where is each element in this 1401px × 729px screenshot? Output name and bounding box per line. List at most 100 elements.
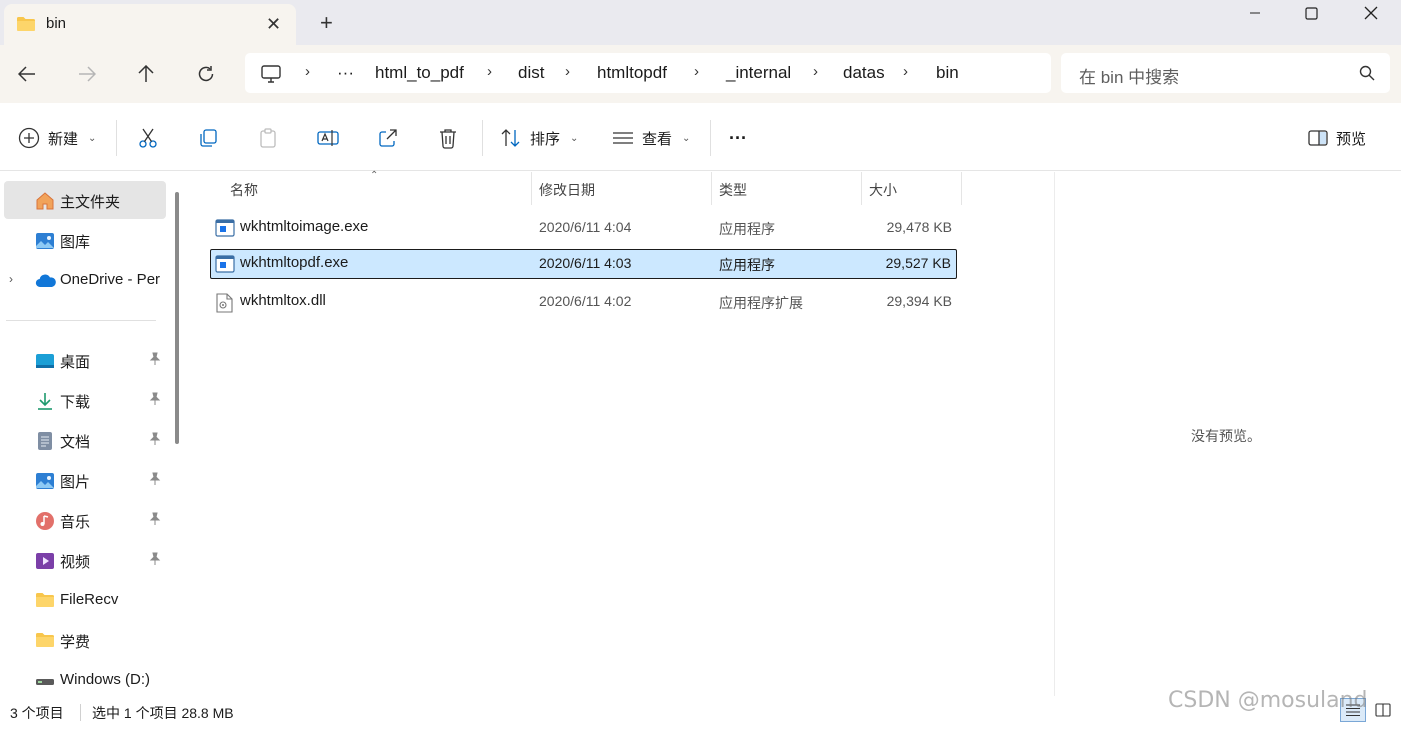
file-row[interactable]: wkhtmltox.dll 2020/6/11 4:02 应用程序扩展 29,3…: [210, 287, 957, 317]
breadcrumb-html-to-pdf[interactable]: html_to_pdf: [375, 63, 464, 83]
onedrive-icon: [35, 271, 56, 291]
sidebar-item-music[interactable]: 音乐: [0, 501, 166, 539]
breadcrumb-separator[interactable]: ›: [487, 63, 492, 80]
arrow-up-icon: [138, 65, 154, 82]
file-row[interactable]: wkhtmltoimage.exe 2020/6/11 4:04 应用程序 29…: [210, 213, 957, 243]
sidebar-item-gallery[interactable]: 图库: [0, 221, 166, 259]
title-bar: bin ✕ +: [0, 0, 1401, 45]
column-divider[interactable]: [531, 172, 532, 205]
column-divider[interactable]: [711, 172, 712, 205]
watermark: CSDN @mosuland: [1168, 688, 1368, 713]
divider: [710, 120, 711, 156]
file-size: 29,527 KB: [885, 255, 951, 271]
search-box[interactable]: 在 bin 中搜索: [1061, 53, 1390, 93]
column-header-size[interactable]: 大小: [869, 180, 897, 200]
breadcrumb-separator[interactable]: ›: [813, 63, 818, 80]
column-divider[interactable]: [961, 172, 962, 205]
search-icon[interactable]: [1359, 65, 1375, 85]
breadcrumb-overflow[interactable]: ···: [337, 63, 354, 83]
pin-icon[interactable]: [149, 392, 161, 410]
folder-icon: [16, 16, 36, 36]
sidebar-item-videos[interactable]: 视频: [0, 541, 166, 579]
sidebar-item-label: 主文件夹: [60, 194, 121, 211]
column-divider[interactable]: [861, 172, 862, 205]
more-options-button[interactable]: ···: [729, 125, 747, 151]
sidebar-item-label: 图片: [60, 474, 91, 491]
delete-icon[interactable]: [436, 126, 460, 150]
breadcrumb-dist[interactable]: dist: [518, 63, 544, 83]
sort-ascending-icon: ⌃: [370, 170, 379, 181]
back-button[interactable]: [13, 60, 41, 88]
sidebar-item-home[interactable]: 主文件夹: [4, 181, 166, 219]
copy-icon[interactable]: [196, 126, 220, 150]
pin-icon[interactable]: [149, 352, 161, 370]
file-size: 29,478 KB: [886, 219, 952, 235]
sidebar-item-drive-d[interactable]: Windows (D:): [0, 661, 166, 699]
sort-label: 排序: [530, 130, 561, 148]
view-icon: [613, 132, 633, 144]
forward-button[interactable]: [73, 60, 101, 88]
address-bar[interactable]: › ··· html_to_pdf › dist › htmltopdf › _…: [245, 53, 1051, 93]
divider: [116, 120, 117, 156]
pin-icon[interactable]: [149, 552, 161, 570]
tiles-view-button[interactable]: [1370, 698, 1396, 722]
breadcrumb-separator[interactable]: ›: [694, 63, 699, 80]
file-row-selected[interactable]: wkhtmltopdf.exe 2020/6/11 4:03 应用程序 29,5…: [210, 249, 957, 279]
sidebar-item-documents[interactable]: 文档: [0, 421, 166, 459]
preview-pane-button[interactable]: 预览: [1308, 125, 1366, 151]
sidebar-item-tuition[interactable]: 学费: [0, 621, 166, 659]
new-tab-button[interactable]: +: [320, 12, 333, 34]
music-icon: [35, 511, 55, 531]
paste-icon[interactable]: [256, 126, 280, 150]
breadcrumb-htmltopdf[interactable]: htmltopdf: [597, 63, 667, 83]
pin-icon[interactable]: [149, 432, 161, 450]
maximize-icon: [1304, 6, 1318, 20]
sort-button[interactable]: 排序 ⌄: [500, 125, 578, 151]
new-button[interactable]: 新建 ⌄: [18, 125, 96, 151]
breadcrumb-internal[interactable]: _internal: [726, 63, 791, 83]
column-header-modified[interactable]: 修改日期: [539, 180, 595, 200]
tab-close-icon[interactable]: ✕: [266, 14, 281, 34]
new-button-label: 新建: [48, 130, 79, 148]
command-bar: 新建 ⌄ 排序 ⌄ 查看 ⌄ ··· 预览: [0, 103, 1401, 171]
share-icon[interactable]: [376, 126, 400, 150]
breadcrumb-separator[interactable]: ›: [903, 63, 908, 80]
gallery-icon: [35, 231, 55, 251]
maximize-button[interactable]: [1288, 2, 1334, 24]
minimize-button[interactable]: [1232, 2, 1278, 24]
sidebar-item-pictures[interactable]: 图片: [0, 461, 166, 499]
download-icon: [35, 391, 55, 411]
tab-bin[interactable]: bin ✕: [4, 4, 296, 45]
pin-icon[interactable]: [149, 472, 161, 490]
close-icon: [1364, 6, 1378, 20]
sidebar-scrollbar[interactable]: [175, 192, 179, 444]
column-header-type[interactable]: 类型: [719, 180, 747, 200]
sidebar-item-onedrive[interactable]: › OneDrive - Per: [0, 261, 166, 299]
sidebar-item-desktop[interactable]: 桌面: [0, 341, 166, 379]
folder-icon: [35, 631, 55, 651]
search-input[interactable]: 在 bin 中搜索: [1079, 63, 1179, 88]
sidebar-divider: [6, 320, 156, 321]
column-header-name[interactable]: 名称: [230, 180, 258, 200]
sidebar-item-filerecv[interactable]: FileRecv: [0, 581, 166, 619]
chevron-down-icon: ⌄: [570, 132, 579, 144]
sidebar-item-downloads[interactable]: 下载: [0, 381, 166, 419]
breadcrumb-datas[interactable]: datas: [843, 63, 885, 83]
video-icon: [35, 551, 55, 571]
sidebar-item-label: 音乐: [60, 514, 91, 531]
breadcrumb-separator[interactable]: ›: [305, 63, 310, 80]
breadcrumb-bin[interactable]: bin: [936, 63, 959, 83]
cut-icon[interactable]: [136, 126, 160, 150]
chevron-right-icon[interactable]: ›: [9, 272, 13, 286]
refresh-button[interactable]: [192, 60, 220, 88]
view-button[interactable]: 查看 ⌄: [612, 125, 690, 151]
up-button[interactable]: [132, 60, 160, 88]
this-pc-icon[interactable]: [260, 64, 282, 88]
tiles-view-icon: [1375, 703, 1391, 717]
close-window-button[interactable]: [1348, 2, 1394, 24]
rename-icon[interactable]: [316, 126, 340, 150]
sort-icon: [501, 129, 520, 147]
breadcrumb-separator[interactable]: ›: [565, 63, 570, 80]
plus-circle-icon: [18, 127, 40, 149]
pin-icon[interactable]: [149, 512, 161, 530]
